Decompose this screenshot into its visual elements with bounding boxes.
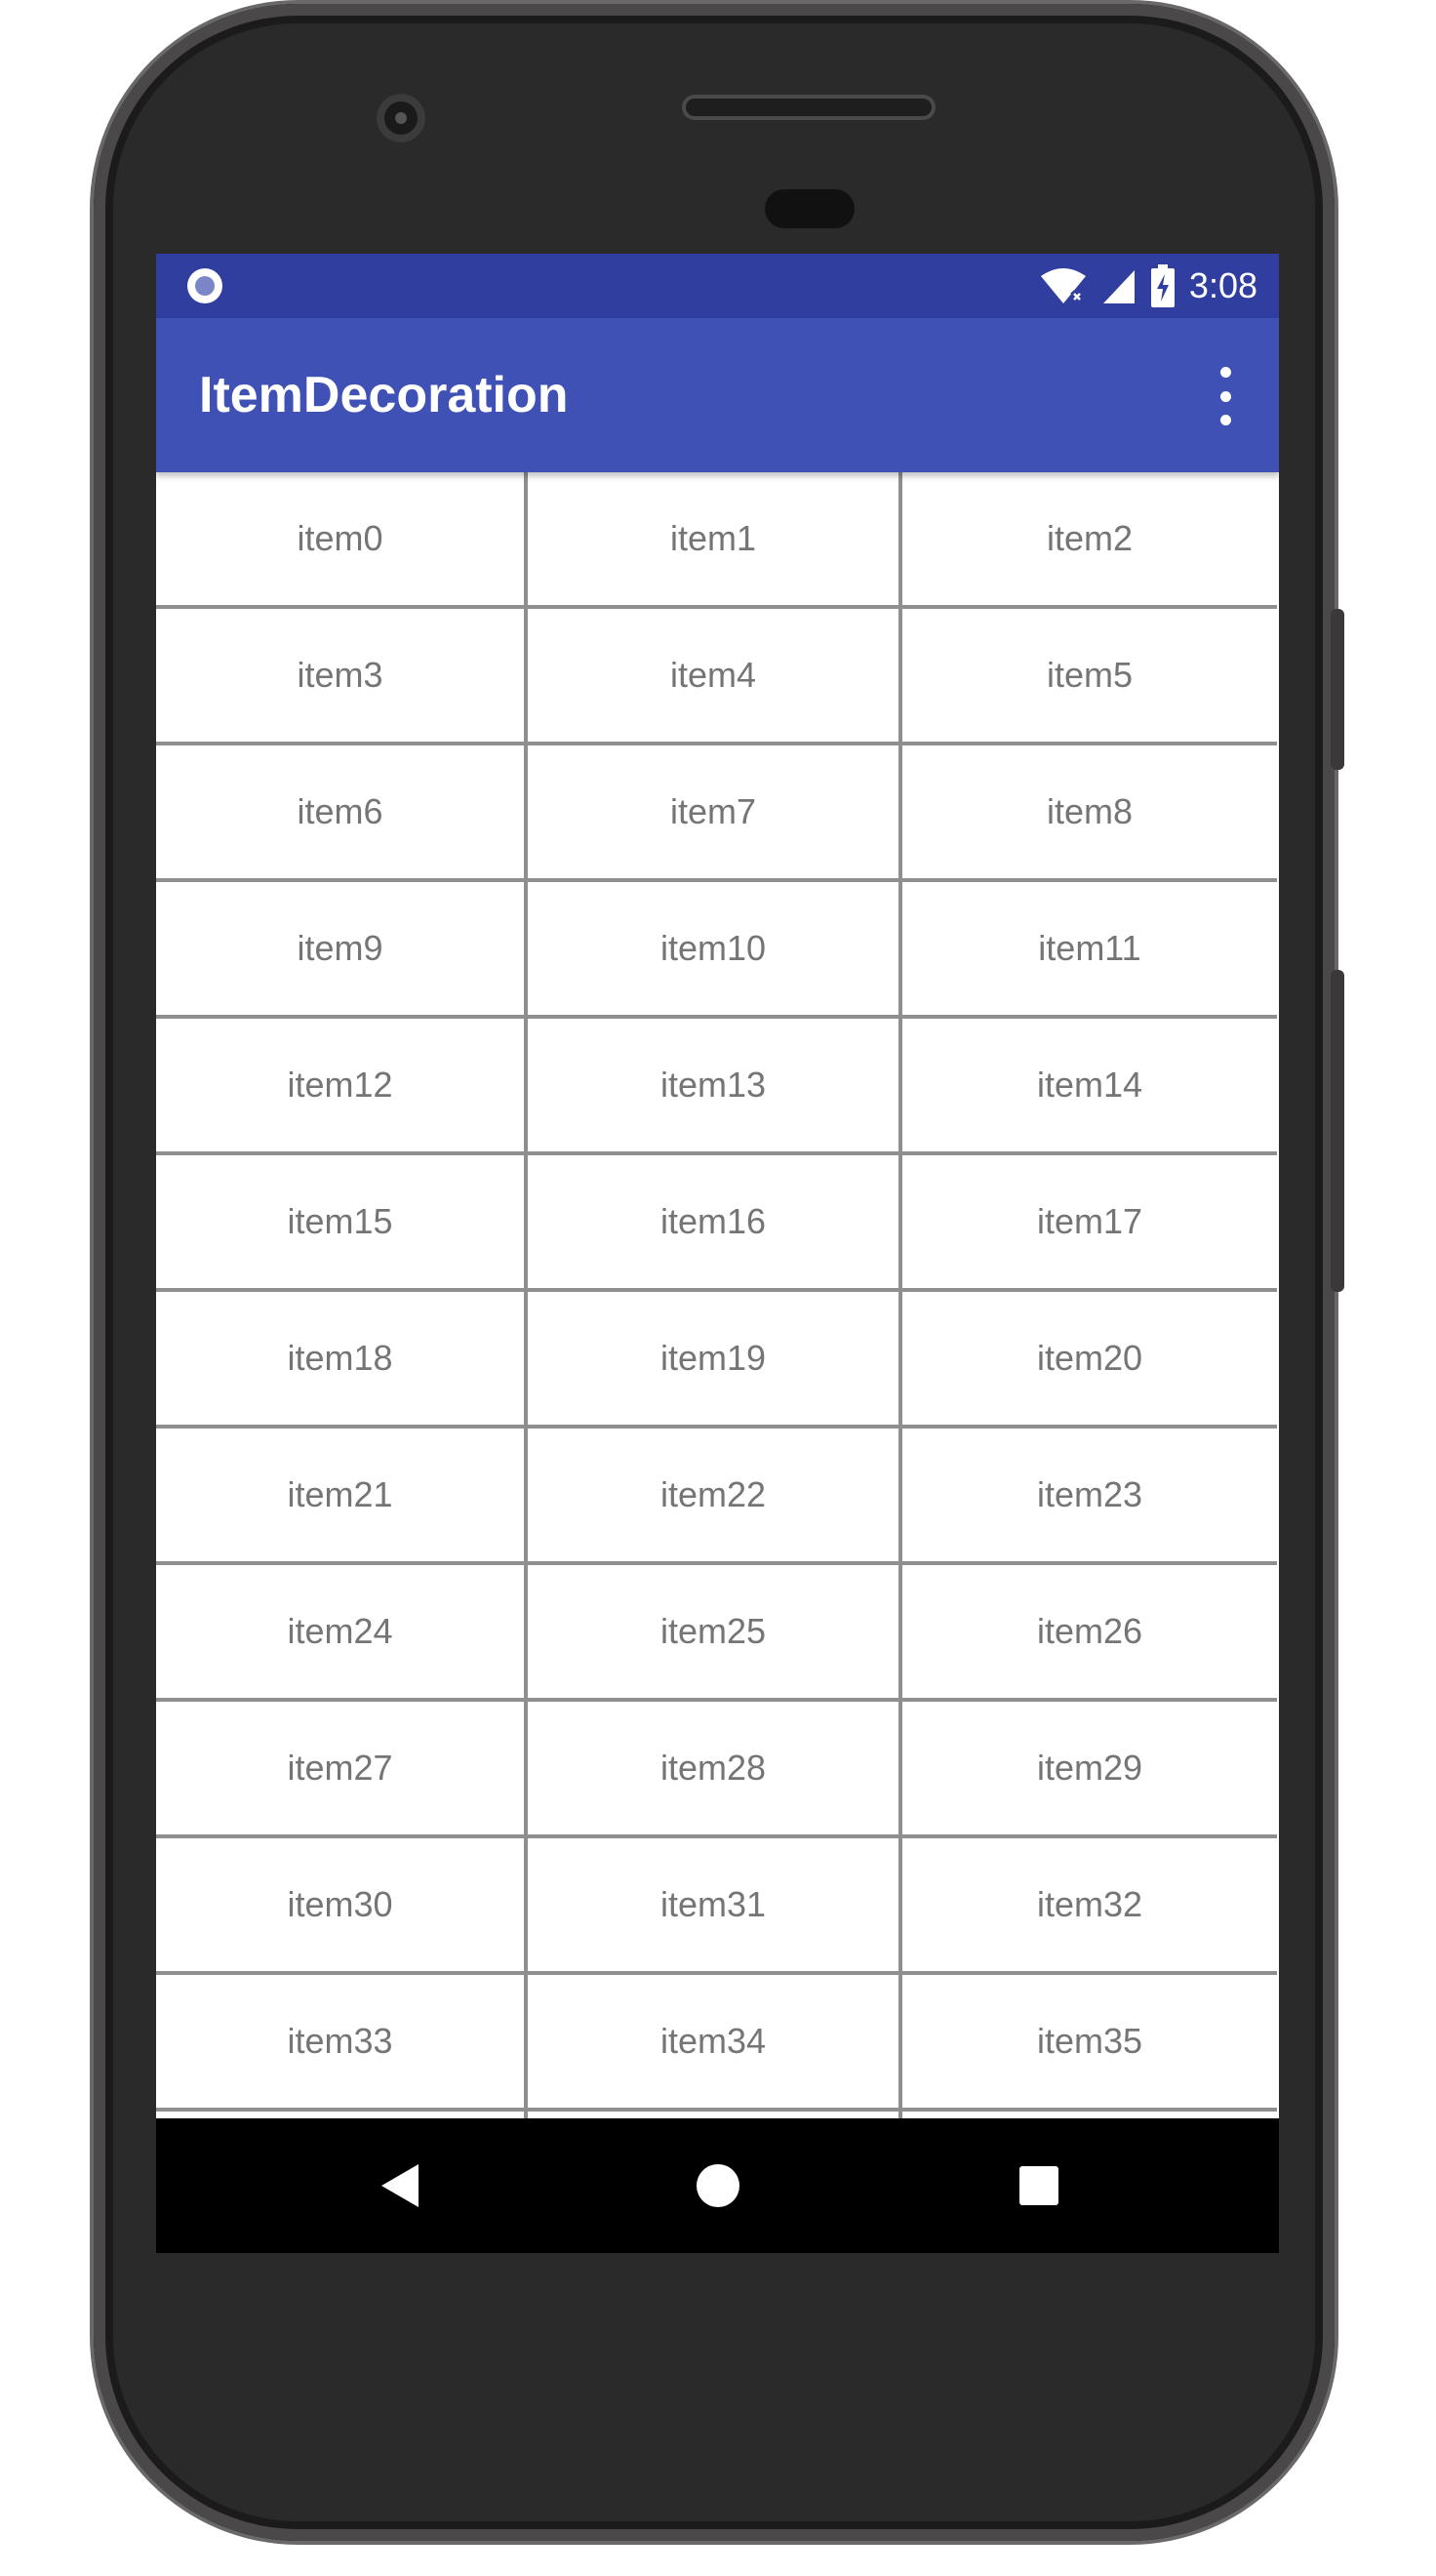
status-bar: 3:08 bbox=[156, 254, 1279, 318]
grid-item[interactable]: item7 bbox=[528, 745, 902, 882]
grid-item[interactable]: item21 bbox=[156, 1429, 528, 1565]
grid-item[interactable]: item4 bbox=[528, 609, 902, 745]
grid-item[interactable]: item25 bbox=[528, 1565, 902, 1702]
overflow-dot bbox=[1219, 415, 1231, 425]
grid-item[interactable]: item14 bbox=[902, 1019, 1277, 1155]
home-button[interactable] bbox=[640, 2118, 796, 2253]
back-icon bbox=[381, 2164, 419, 2207]
grid-item[interactable]: item33 bbox=[156, 1975, 528, 2112]
grid-item[interactable]: item30 bbox=[156, 1838, 528, 1975]
grid-item[interactable]: item20 bbox=[902, 1292, 1277, 1429]
device-frame-page: 3:08 ItemDecoration item0 item1 item2 item3… bbox=[0, 0, 1436, 2576]
recents-button[interactable] bbox=[961, 2118, 1117, 2253]
app-title: ItemDecoration bbox=[199, 367, 569, 423]
proximity-sensor bbox=[765, 189, 855, 228]
grid-item[interactable]: item17 bbox=[902, 1155, 1277, 1292]
overflow-dot bbox=[1219, 367, 1231, 378]
grid-item[interactable]: item26 bbox=[902, 1565, 1277, 1702]
signal-icon bbox=[1102, 270, 1135, 303]
grid-item[interactable]: item3 bbox=[156, 609, 528, 745]
grid-item[interactable]: item2 bbox=[902, 472, 1277, 609]
grid-item[interactable]: item6 bbox=[156, 745, 528, 882]
item-grid[interactable]: item0 item1 item2 item3 item4 item5 item6 item7… bbox=[156, 472, 1279, 2248]
grid-item[interactable]: item10 bbox=[528, 882, 902, 1019]
status-time: 3:08 bbox=[1188, 265, 1257, 305]
wifi-icon bbox=[1040, 268, 1086, 303]
home-icon bbox=[697, 2164, 739, 2207]
grid-item[interactable]: item27 bbox=[156, 1702, 528, 1838]
earpiece-speaker bbox=[682, 95, 936, 120]
grid-item[interactable]: item1 bbox=[528, 472, 902, 609]
front-camera-icon bbox=[377, 94, 425, 142]
grid-item[interactable]: item16 bbox=[528, 1155, 902, 1292]
grid-item[interactable]: item24 bbox=[156, 1565, 528, 1702]
grid-item[interactable]: item28 bbox=[528, 1702, 902, 1838]
grid-item[interactable]: item22 bbox=[528, 1429, 902, 1565]
grid-item[interactable]: item19 bbox=[528, 1292, 902, 1429]
volume-button bbox=[1331, 970, 1344, 1292]
grid-item[interactable]: item13 bbox=[528, 1019, 902, 1155]
grid-item[interactable]: item15 bbox=[156, 1155, 528, 1292]
grid-item[interactable]: item12 bbox=[156, 1019, 528, 1155]
grid-item[interactable]: item8 bbox=[902, 745, 1277, 882]
grid-item[interactable]: item18 bbox=[156, 1292, 528, 1429]
grid-item[interactable]: item11 bbox=[902, 882, 1277, 1019]
more-vert-icon[interactable] bbox=[1211, 367, 1240, 425]
status-icons: 3:08 bbox=[1039, 254, 1257, 318]
screen: 3:08 ItemDecoration item0 item1 item2 item3… bbox=[156, 254, 1279, 2253]
navigation-bar bbox=[156, 2118, 1279, 2253]
recents-icon bbox=[1019, 2166, 1058, 2205]
grid-item[interactable]: item0 bbox=[156, 472, 528, 609]
grid-item[interactable]: item34 bbox=[528, 1975, 902, 2112]
power-button bbox=[1331, 609, 1344, 770]
overflow-dot bbox=[1219, 390, 1231, 402]
grid-item[interactable]: item35 bbox=[902, 1975, 1277, 2112]
grid-item[interactable]: item32 bbox=[902, 1838, 1277, 1975]
grid-item[interactable]: item29 bbox=[902, 1702, 1277, 1838]
notification-dot-icon bbox=[187, 268, 222, 303]
grid-item[interactable]: item9 bbox=[156, 882, 528, 1019]
app-bar: ItemDecoration bbox=[156, 318, 1279, 472]
grid-item[interactable]: item23 bbox=[902, 1429, 1277, 1565]
battery-charging-icon bbox=[1150, 264, 1175, 307]
back-button[interactable] bbox=[322, 2118, 478, 2253]
grid-item[interactable]: item31 bbox=[528, 1838, 902, 1975]
grid-item[interactable]: item5 bbox=[902, 609, 1277, 745]
